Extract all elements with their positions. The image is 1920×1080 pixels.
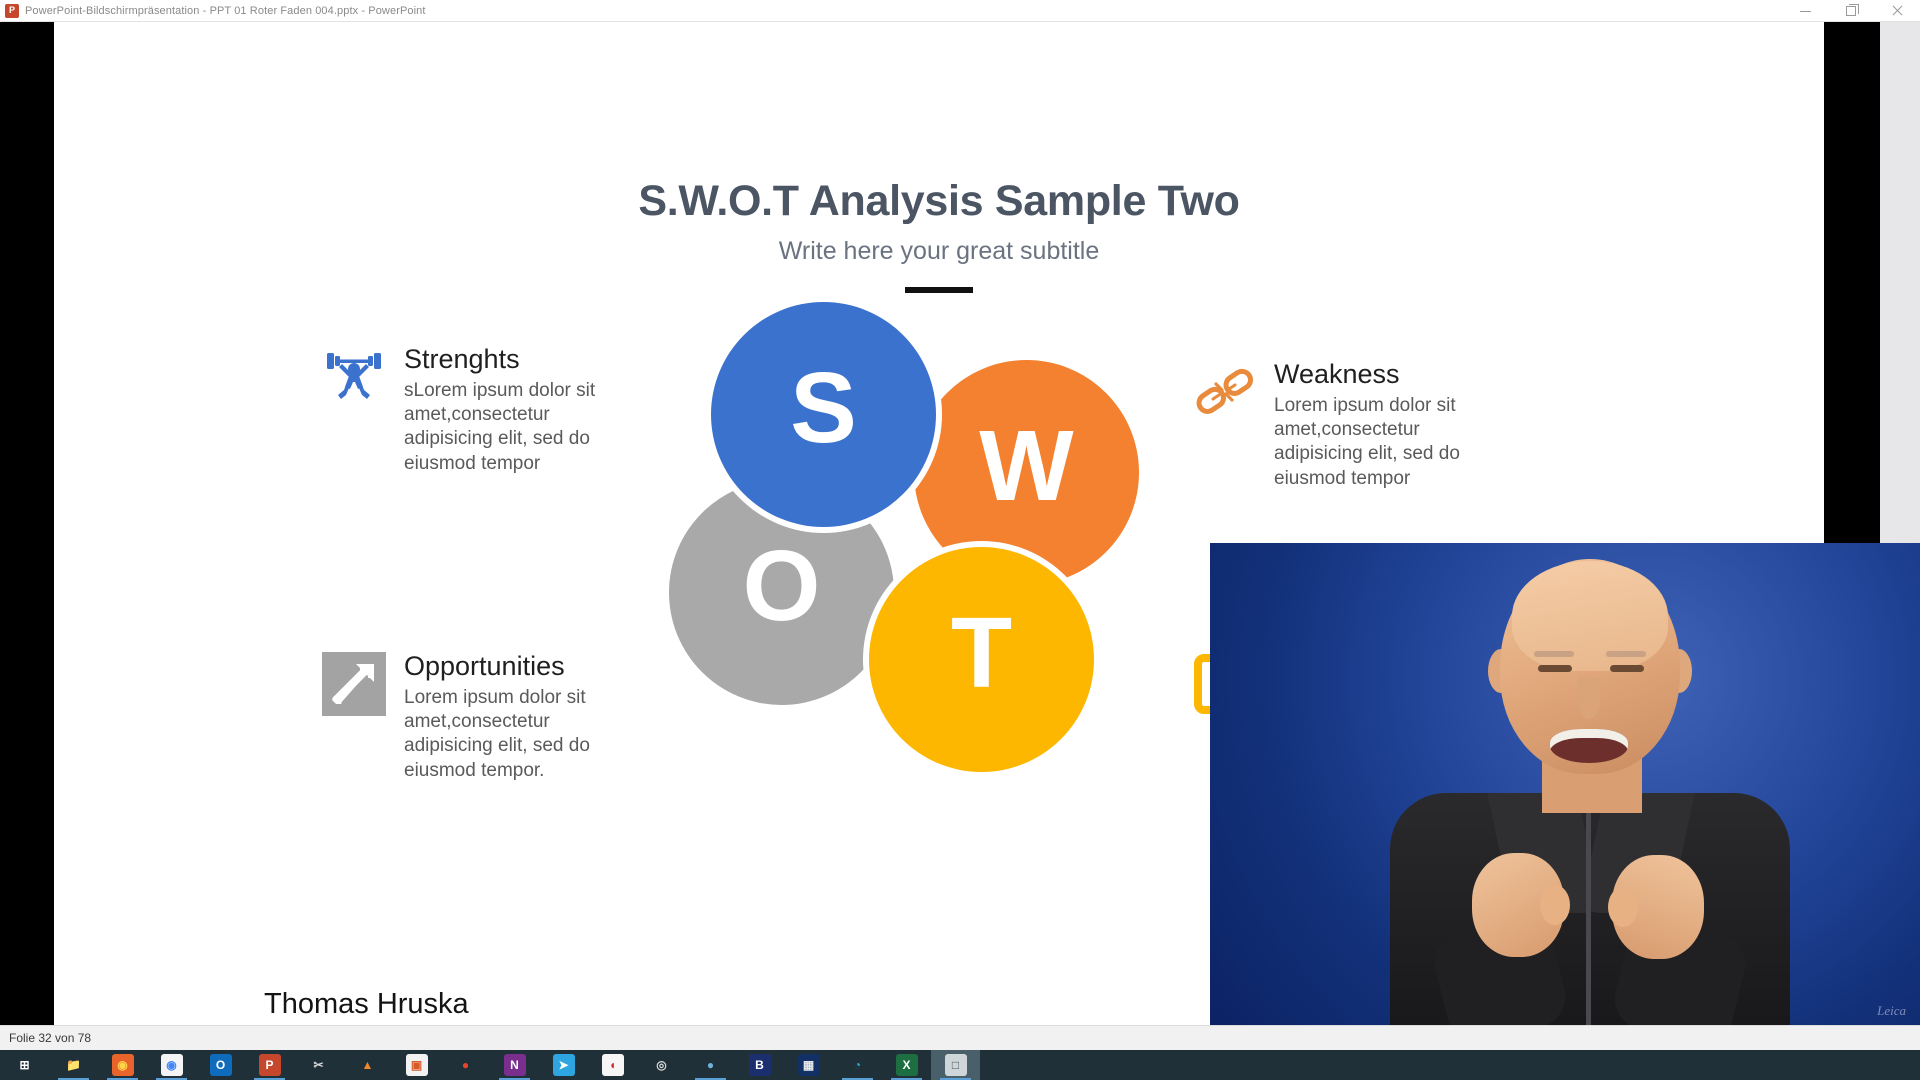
powerpoint-icon-glyph: P — [258, 1054, 281, 1076]
quadrant-body-strengths: sLorem ipsum dolor sit amet,consectetur … — [404, 379, 596, 474]
broken-chain-icon — [1192, 360, 1256, 424]
vlc-player-icon-glyph: ▲ — [361, 1058, 374, 1072]
start-button[interactable]: ⊞ — [0, 1050, 49, 1080]
window-titlebar: P PowerPoint-Bildschirmpräsentation - PP… — [0, 0, 1920, 22]
quadrant-strengths: Strenghts sLorem ipsum dolor sit amet,co… — [322, 344, 622, 476]
page-title: S.W.O.T Analysis Sample Two — [638, 177, 1240, 225]
webcam-watermark: Leica — [1877, 1003, 1906, 1018]
swot-circles-diagram: S W O T — [669, 302, 1169, 812]
powerpoint-icon: P — [5, 3, 19, 18]
strengths-circle: S — [711, 302, 936, 527]
close-button[interactable] — [1874, 0, 1920, 22]
camtasia-icon[interactable]: ◖ — [588, 1050, 637, 1080]
file-explorer-icon[interactable]: 📁 — [49, 1050, 98, 1080]
windows-taskbar[interactable]: ⊞ 📁 ◉ ◉ O P ✂ ▲ ▣ ● N ➤ ◖ ◎ ● B ▦ ◔ X □ — [0, 1050, 1920, 1080]
firefox-icon-glyph: ◉ — [111, 1054, 134, 1076]
weakness-circle-letter: W — [979, 410, 1074, 522]
outlook-icon[interactable]: O — [196, 1050, 245, 1080]
vlc-player-icon[interactable]: ▲ — [343, 1050, 392, 1080]
display-settings-icon[interactable]: □ — [931, 1050, 980, 1080]
slide-subtitle: Write here your great subtitle — [778, 237, 1100, 265]
onenote-icon-glyph: N — [503, 1054, 526, 1076]
recorder-icon[interactable]: ● — [686, 1050, 735, 1080]
snipping-tool-icon[interactable]: ✂ — [294, 1050, 343, 1080]
blue-mic-icon-glyph: B — [748, 1054, 771, 1076]
video-editor-icon[interactable]: ▦ — [784, 1050, 833, 1080]
quadrant-heading-strengths: Strenghts — [404, 344, 520, 374]
arrow-up-right-icon — [322, 652, 386, 716]
weightlifter-icon — [322, 345, 386, 409]
excel-icon-glyph: X — [895, 1054, 918, 1076]
maximize-restore-button[interactable] — [1828, 0, 1874, 22]
quadrant-body-weakness: Lorem ipsum dolor sit amet,consectetur a… — [1274, 394, 1460, 489]
obs-studio-icon-glyph: ◎ — [656, 1058, 667, 1072]
excel-icon[interactable]: X — [882, 1050, 931, 1080]
file-explorer-icon-glyph: 📁 — [66, 1058, 81, 1072]
video-editor-icon-glyph: ▦ — [797, 1054, 820, 1076]
start-button-glyph: ⊞ — [19, 1058, 30, 1072]
presenter-webcam-overlay[interactable]: Leica — [1210, 543, 1920, 1025]
microsoft-edge-icon-glyph: ◔ — [853, 1058, 862, 1072]
lips-app-icon-glyph: ● — [461, 1058, 470, 1072]
firefox-icon[interactable]: ◉ — [98, 1050, 147, 1080]
outlook-icon-glyph: O — [209, 1054, 232, 1076]
camtasia-icon-glyph: ◖ — [601, 1054, 624, 1076]
google-chrome-icon[interactable]: ◉ — [147, 1050, 196, 1080]
title-underline-rule — [905, 287, 973, 293]
minimize-button[interactable] — [1782, 0, 1828, 22]
powerpoint-icon[interactable]: P — [245, 1050, 294, 1080]
strengths-circle-letter: S — [790, 352, 857, 464]
lips-app-icon[interactable]: ● — [441, 1050, 490, 1080]
google-chrome-icon-glyph: ◉ — [160, 1054, 183, 1076]
slide-counter: Folie 32 von 78 — [9, 1031, 92, 1045]
opportunities-circle-letter: O — [742, 530, 821, 642]
onenote-icon[interactable]: N — [490, 1050, 539, 1080]
telegram-icon-glyph: ➤ — [552, 1054, 575, 1076]
telegram-icon[interactable]: ➤ — [539, 1050, 588, 1080]
microsoft-edge-icon[interactable]: ◔ — [833, 1050, 882, 1080]
status-bar: Folie 32 von 78 — [0, 1025, 1920, 1050]
photo-viewer-icon-glyph: ▣ — [405, 1054, 428, 1076]
quadrant-heading-opportunities: Opportunities — [404, 651, 565, 681]
blue-mic-icon[interactable]: B — [735, 1050, 784, 1080]
display-settings-icon-glyph: □ — [944, 1054, 967, 1076]
photo-viewer-icon[interactable]: ▣ — [392, 1050, 441, 1080]
threats-circle-letter: T — [950, 597, 1013, 709]
recorder-icon-glyph: ● — [706, 1058, 715, 1072]
presenter-figure — [1380, 553, 1800, 1025]
threats-circle: T — [869, 547, 1094, 772]
obs-studio-icon[interactable]: ◎ — [637, 1050, 686, 1080]
quadrant-heading-weakness: Weakness — [1274, 359, 1400, 389]
snipping-tool-icon-glyph: ✂ — [313, 1058, 324, 1072]
quadrant-body-opportunities: Lorem ipsum dolor sit amet,consectetur a… — [404, 686, 590, 781]
presenter-name: Thomas Hruska — [264, 988, 469, 1020]
quadrant-opportunities: Opportunities Lorem ipsum dolor sit amet… — [322, 651, 622, 783]
window-title: PowerPoint-Bildschirmpräsentation - PPT … — [25, 4, 426, 17]
quadrant-weakness: Weakness Lorem ipsum dolor sit amet,cons… — [1192, 359, 1482, 491]
